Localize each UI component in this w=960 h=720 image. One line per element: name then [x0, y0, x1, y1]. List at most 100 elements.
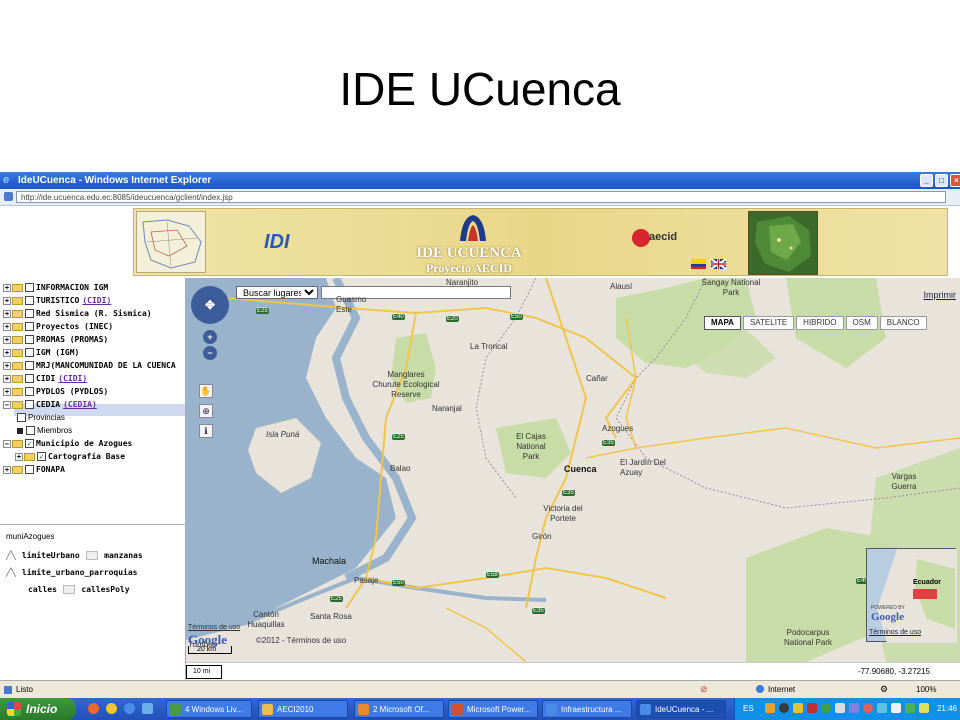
- layer-item[interactable]: + FONAPA: [3, 465, 65, 477]
- layer-checkbox[interactable]: [25, 335, 34, 344]
- layer-item[interactable]: + ✓ Cartografía Base: [15, 452, 125, 464]
- minimize-icon[interactable]: _: [920, 174, 933, 187]
- layer-item[interactable]: − CEDIA (CEDIA): [3, 400, 97, 412]
- layer-item[interactable]: + Proyectos (INEC): [3, 322, 113, 334]
- collapse-icon[interactable]: −: [3, 439, 11, 448]
- protected-mode-icon[interactable]: ⚙: [880, 684, 888, 695]
- layer-checkbox[interactable]: [25, 465, 34, 474]
- layer-checkbox[interactable]: ✓: [25, 439, 34, 448]
- layer-item[interactable]: + PYDLOS (PYDLOS): [3, 387, 108, 399]
- expand-icon[interactable]: +: [3, 335, 11, 344]
- layer-label: CEDIA: [36, 400, 61, 409]
- quicklaunch-desktop-icon[interactable]: [142, 703, 153, 714]
- expand-icon[interactable]: +: [3, 348, 11, 357]
- network-icon[interactable]: [877, 703, 887, 713]
- start-button[interactable]: Inicio: [0, 698, 76, 720]
- quicklaunch-chrome-icon[interactable]: [106, 703, 117, 714]
- layer-item[interactable]: Miembros: [17, 426, 72, 438]
- layer-checkbox[interactable]: ✓: [37, 452, 46, 461]
- expand-icon[interactable]: +: [3, 465, 11, 474]
- overview-map[interactable]: Ecuador POWERED BY Google Términos de us…: [866, 548, 957, 643]
- layer-checkbox[interactable]: [25, 283, 34, 292]
- quicklaunch-browser-icon[interactable]: [88, 703, 99, 714]
- zone-text: Internet: [768, 685, 796, 694]
- maximize-icon[interactable]: □: [935, 174, 948, 187]
- layer-checkbox[interactable]: [26, 426, 35, 435]
- language-indicator[interactable]: ES: [743, 704, 754, 713]
- layer-item[interactable]: + INFORMACION IGM: [3, 283, 108, 295]
- address-field[interactable]: http://ide.ucuenca.edu.ec:8085/ideucuenc…: [16, 191, 946, 203]
- expand-icon[interactable]: +: [3, 296, 11, 305]
- security-tray-icon[interactable]: [905, 703, 915, 713]
- expand-icon[interactable]: +: [3, 374, 11, 383]
- overview-terms-link[interactable]: Términos de uso: [869, 629, 921, 636]
- search-places-select[interactable]: Buscar lugares: [236, 286, 318, 299]
- layer-source-link[interactable]: (CIDI): [58, 374, 87, 383]
- tray-app-icon[interactable]: [821, 703, 831, 713]
- layer-item[interactable]: + PROMAS (PROMAS): [3, 335, 108, 347]
- pan-control-icon[interactable]: ✥: [191, 286, 229, 324]
- zoom-out-icon[interactable]: −: [203, 346, 217, 360]
- layer-source-link[interactable]: (CIDI): [82, 296, 111, 305]
- layer-item[interactable]: + CIDI (CIDI): [3, 374, 87, 386]
- tray-app-icon[interactable]: [849, 703, 859, 713]
- close-icon[interactable]: ×: [950, 174, 960, 187]
- place-canton: Cantón Huaquillas: [247, 610, 285, 629]
- ecuador-flag-icon[interactable]: [691, 259, 706, 269]
- tray-app-icon[interactable]: [779, 703, 789, 713]
- map-type-satelite-button[interactable]: SATELITE: [742, 316, 795, 330]
- layer-checkbox[interactable]: [25, 361, 34, 370]
- expand-icon[interactable]: +: [3, 283, 11, 292]
- tray-app-icon[interactable]: [807, 703, 817, 713]
- taskbar-item[interactable]: Microsoft Power...: [448, 700, 538, 718]
- zoom-in-icon[interactable]: +: [203, 330, 217, 344]
- hand-tool-icon[interactable]: ✋: [199, 384, 213, 398]
- expand-icon[interactable]: +: [3, 361, 11, 370]
- map-canvas[interactable]: Buscar lugares Imprimir MAPA SATELITE HIBR…: [186, 278, 960, 662]
- tray-app-icon[interactable]: [919, 703, 929, 713]
- uk-flag-icon[interactable]: [710, 259, 727, 269]
- layer-item[interactable]: − ✓ Municipio de Azogues: [3, 439, 132, 451]
- quicklaunch-ie-icon[interactable]: [124, 703, 135, 714]
- tray-app-icon[interactable]: [863, 703, 873, 713]
- expand-icon[interactable]: +: [3, 322, 11, 331]
- layer-checkbox[interactable]: [25, 309, 34, 318]
- tray-app-icon[interactable]: [793, 703, 803, 713]
- layer-source-link[interactable]: (CEDIA): [63, 400, 97, 409]
- layer-checkbox[interactable]: [25, 322, 34, 331]
- map-type-blanco-button[interactable]: BLANCO: [879, 316, 927, 330]
- info-tool-icon[interactable]: ℹ: [199, 424, 213, 438]
- zoom-level[interactable]: 100%: [916, 685, 936, 694]
- layer-item[interactable]: + TURISTICO (CIDI): [3, 296, 111, 308]
- expand-icon[interactable]: +: [3, 387, 11, 396]
- taskbar-item[interactable]: Infraestructura ...: [542, 700, 632, 718]
- tray-app-icon[interactable]: [765, 703, 775, 713]
- taskbar-item[interactable]: 2 Microsoft Of...: [354, 700, 444, 718]
- layer-item[interactable]: + Red Sismica (R. Sismica): [3, 309, 152, 321]
- taskbar-item[interactable]: AECI2010: [258, 700, 348, 718]
- volume-icon[interactable]: [891, 703, 901, 713]
- expand-icon[interactable]: +: [15, 452, 23, 461]
- map-type-mapa-button[interactable]: MAPA: [704, 316, 741, 330]
- map-type-osm-button[interactable]: OSM: [845, 316, 878, 330]
- print-link[interactable]: Imprimir: [924, 290, 957, 300]
- expand-icon[interactable]: +: [3, 309, 11, 318]
- layer-checkbox[interactable]: [25, 348, 34, 357]
- map-type-hibrido-button[interactable]: HIBRIDO: [796, 316, 844, 330]
- terms-link[interactable]: Términos de uso: [188, 624, 240, 631]
- layer-item[interactable]: Provincias: [17, 413, 65, 425]
- taskbar-item-active[interactable]: IdeUCuenca - ...: [636, 700, 726, 718]
- layer-item[interactable]: + MRJ(MANCOMUNIDAD DE LA CUENCA: [3, 361, 176, 373]
- page-status-icon: [4, 686, 12, 694]
- layer-checkbox[interactable]: [25, 374, 34, 383]
- layer-checkbox[interactable]: [25, 400, 34, 409]
- clock[interactable]: 21:46: [937, 704, 957, 713]
- layer-checkbox[interactable]: [25, 387, 34, 396]
- layer-item[interactable]: + IGM (IGM): [3, 348, 79, 360]
- tray-app-icon[interactable]: [835, 703, 845, 713]
- zoom-box-tool-icon[interactable]: ⊕: [199, 404, 213, 418]
- taskbar-item[interactable]: 4 Windows Liv...: [166, 700, 252, 718]
- layer-checkbox[interactable]: [17, 413, 26, 422]
- collapse-icon[interactable]: −: [3, 400, 11, 409]
- layer-checkbox[interactable]: [25, 296, 34, 305]
